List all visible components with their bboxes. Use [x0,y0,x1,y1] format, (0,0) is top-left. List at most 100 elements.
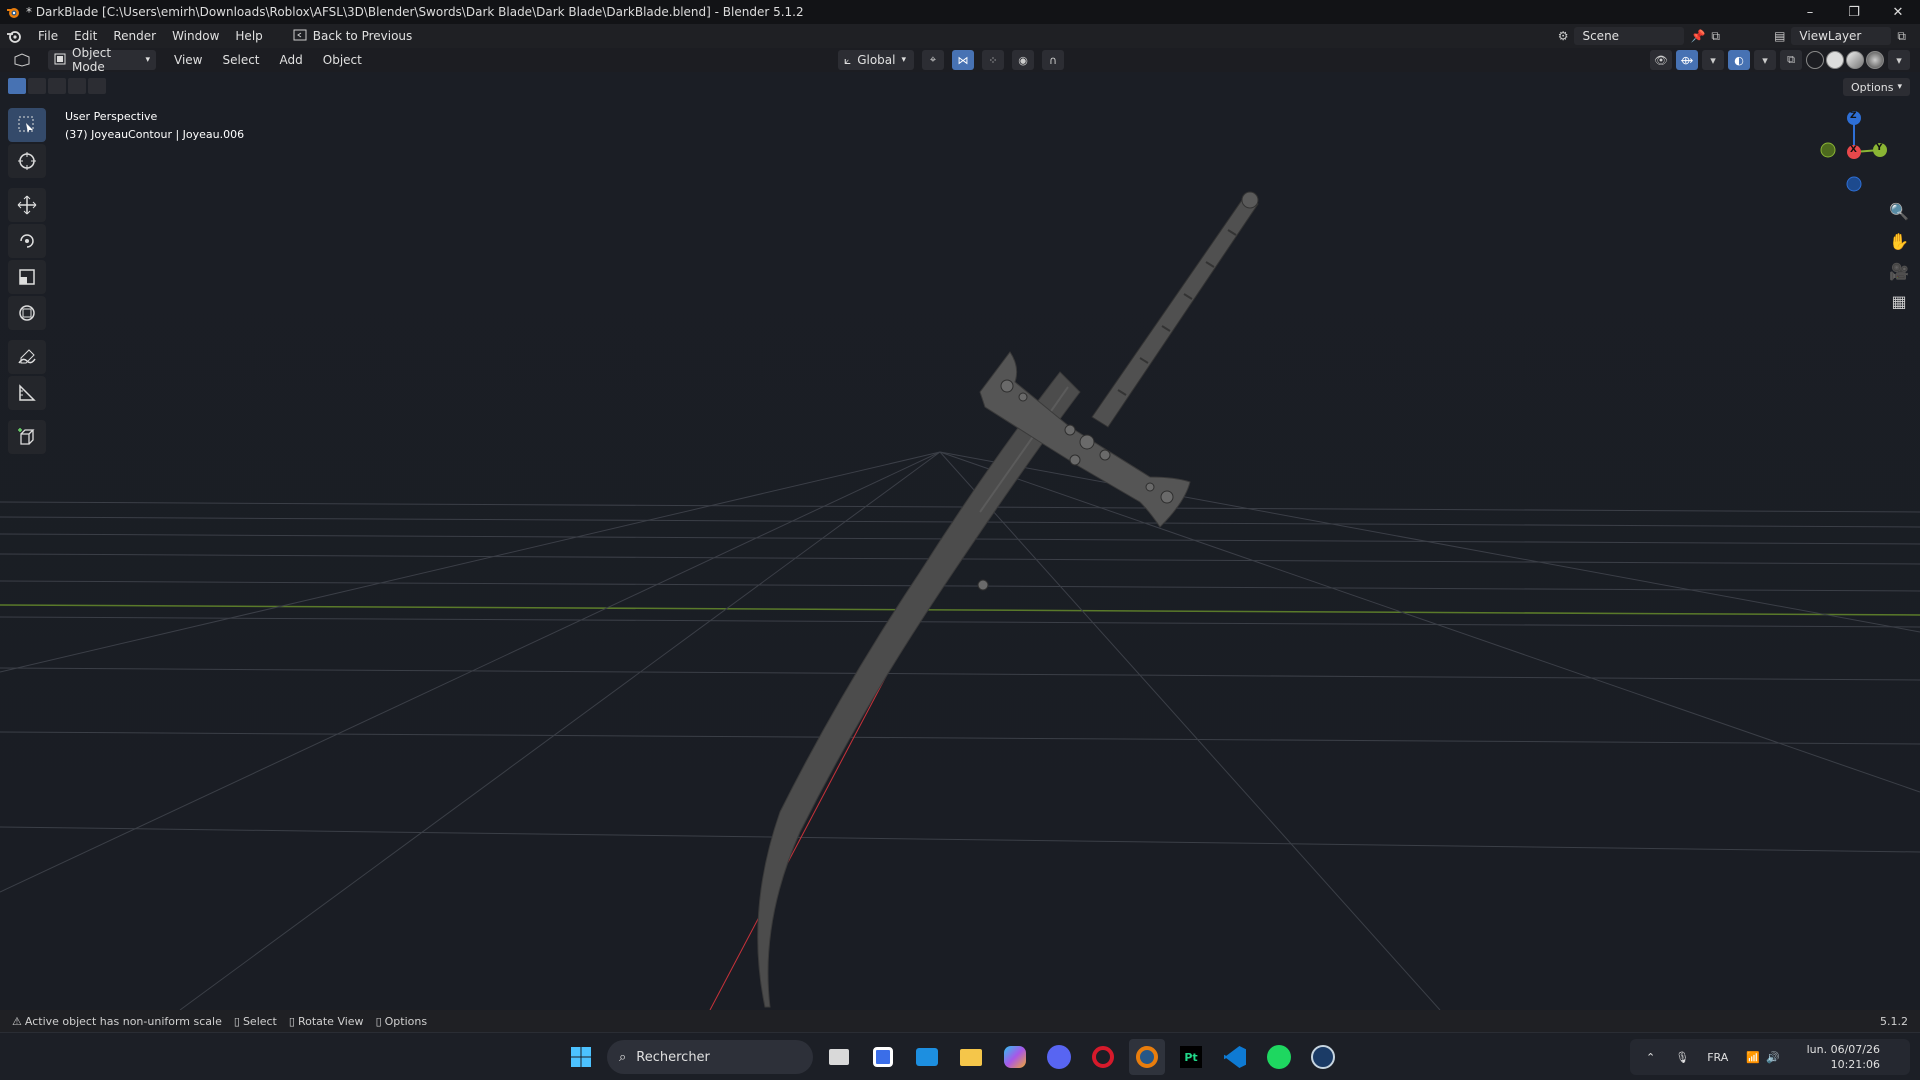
perspective-toggle-icon[interactable]: ▦ [1886,288,1912,314]
file-explorer-icon[interactable] [953,1039,989,1075]
select-subtract-icon[interactable] [48,78,66,94]
options-dropdown[interactable]: Options ▾ [1843,78,1910,96]
new-viewlayer-icon[interactable]: ⧉ [1897,29,1906,44]
search-icon: ⌕ [619,1049,627,1065]
proportional-edit-icon[interactable]: ◉ [1012,50,1034,70]
pycharm-icon[interactable]: Pt [1173,1039,1209,1075]
wireframe-shading-icon[interactable] [1806,51,1824,69]
menu-select[interactable]: Select [212,53,269,67]
shading-modes [1806,51,1884,69]
annotate-icon[interactable] [8,340,46,374]
zoom-icon[interactable]: 🔍 [1886,198,1912,224]
minimize-button[interactable]: – [1788,0,1832,24]
warning-text: Active object has non-uniform scale [24,1014,222,1028]
navigation-gizmo[interactable]: Z Y X [1808,108,1900,194]
menu-edit[interactable]: Edit [66,24,105,48]
windows-start-icon[interactable] [563,1039,599,1075]
windows-taskbar: ⌕ Rechercher Pt ⌃ 🎙 FRA 📶 🔊 lun. 06/07/2… [0,1032,1920,1080]
mode-dropdown[interactable]: Object Mode ▾ [48,46,156,74]
wifi-icon[interactable]: 📶 [1746,1051,1760,1064]
microphone-icon[interactable]: 🎙 [1675,1051,1689,1064]
outlook-icon[interactable] [909,1039,945,1075]
overlay-toggle-icon[interactable]: ◐ [1728,50,1750,70]
camera-view-icon[interactable]: 🎥 [1886,258,1912,284]
menu-render[interactable]: Render [105,24,164,48]
blender-menu-icon[interactable] [0,24,30,48]
steam-icon[interactable] [1305,1039,1341,1075]
back-to-previous-button[interactable]: Back to Previous [285,29,421,44]
menu-help[interactable]: Help [227,24,270,48]
viewport-info: User Perspective (37) JoyeauContour | Jo… [65,108,244,144]
editor-type-icon[interactable] [12,51,38,69]
chevron-up-icon[interactable]: ⌃ [1646,1051,1655,1064]
menu-window[interactable]: Window [164,24,227,48]
transform-tools: ⟀ Global ▾ ⌖ ⋈ ⁘ ◉ ∩ [838,50,1064,70]
taskbar-search[interactable]: ⌕ Rechercher [607,1040,813,1074]
select-extend-icon[interactable] [28,78,46,94]
gizmo-toggle-icon[interactable]: ⟴ [1676,50,1698,70]
discord-icon[interactable] [1041,1039,1077,1075]
status-options-label: Options [384,1014,428,1028]
viewlayer-name-field[interactable]: ViewLayer [1791,27,1892,45]
shading-dropdown-icon[interactable]: ▾ [1888,50,1910,70]
select-invert-icon[interactable] [68,78,86,94]
warning-status: ⚠ Active object has non-uniform scale [0,1015,228,1028]
cursor-icon[interactable] [8,144,46,178]
pin-icon[interactable]: 📌 [1690,29,1705,43]
active-object-label: (37) JoyeauContour | Joyeau.006 [65,128,245,141]
viewport-display-controls: 👁 ⟴ ▾ ◐ ▾ ⧉ ▾ [1650,50,1910,70]
top-menu-bar: File Edit Render Window Help Back to Pre… [0,24,1920,48]
blender-taskbar-icon[interactable] [1129,1039,1165,1075]
viewlayer-selector[interactable]: ▤ ViewLayer ⧉ [1774,24,1906,48]
material-shading-icon[interactable] [1846,51,1864,69]
scale-icon[interactable] [8,260,46,294]
xray-toggle-icon[interactable]: ⧉ [1780,50,1802,70]
opera-icon[interactable] [1085,1039,1121,1075]
rotate-icon[interactable] [8,224,46,258]
volume-icon[interactable]: 🔊 [1766,1051,1780,1064]
orientation-label: Global [857,53,896,67]
pan-hand-icon[interactable]: ✋ [1886,228,1912,254]
select-intersect-icon[interactable] [88,78,106,94]
snap-target-icon[interactable]: ⁘ [982,50,1004,70]
search-placeholder: Rechercher [636,1049,710,1065]
3d-viewport[interactable]: User Perspective (37) JoyeauContour | Jo… [0,72,1920,1010]
overlay-dropdown-icon[interactable]: ▾ [1754,50,1776,70]
select-box-icon[interactable] [8,108,46,142]
menu-add[interactable]: Add [270,53,313,67]
mouse-left-icon: ▯ [233,1014,240,1028]
scene-selector[interactable]: ⚙ Scene 📌 ⧉ [1558,24,1720,48]
clock[interactable]: lun. 06/07/26 10:21:06 [1807,1042,1880,1072]
solid-shading-icon[interactable] [1826,51,1844,69]
gizmo-dropdown-icon[interactable]: ▾ [1702,50,1724,70]
spotify-icon[interactable] [1261,1039,1297,1075]
add-cube-icon[interactable] [8,420,46,454]
select-new-icon[interactable] [8,78,26,94]
restore-button[interactable]: ❐ [1832,0,1876,24]
measure-icon[interactable] [8,376,46,410]
move-icon[interactable] [8,188,46,222]
perspective-label: User Perspective [65,110,158,123]
falloff-icon[interactable]: ∩ [1042,50,1064,70]
task-view-icon[interactable] [821,1039,857,1075]
transform-icon[interactable] [8,296,46,330]
snap-toggle-icon[interactable]: ⋈ [952,50,974,70]
tool-shelf [8,108,48,456]
menu-view[interactable]: View [164,53,212,67]
chevron-down-icon: ▾ [1897,82,1902,92]
menu-file[interactable]: File [30,24,66,48]
vscode-icon[interactable] [1217,1039,1253,1075]
copilot-icon[interactable] [997,1039,1033,1075]
menu-object[interactable]: Object [313,53,372,67]
new-scene-icon[interactable]: ⧉ [1711,29,1720,44]
transform-orientation-dropdown[interactable]: ⟀ Global ▾ [838,50,914,70]
scene-name-field[interactable]: Scene [1574,27,1685,45]
pivot-point-icon[interactable]: ⌖ [922,50,944,70]
visibility-icon[interactable]: 👁 [1650,50,1672,70]
rendered-shading-icon[interactable] [1866,51,1884,69]
viewport-header: Object Mode ▾ View Select Add Object ⟀ G… [0,46,1920,74]
status-bar: ⚠ Active object has non-uniform scale ▯ … [0,1010,1920,1032]
language-indicator[interactable]: FRA [1707,1051,1728,1064]
close-button[interactable]: ✕ [1876,0,1920,24]
roblox-studio-icon[interactable] [865,1039,901,1075]
